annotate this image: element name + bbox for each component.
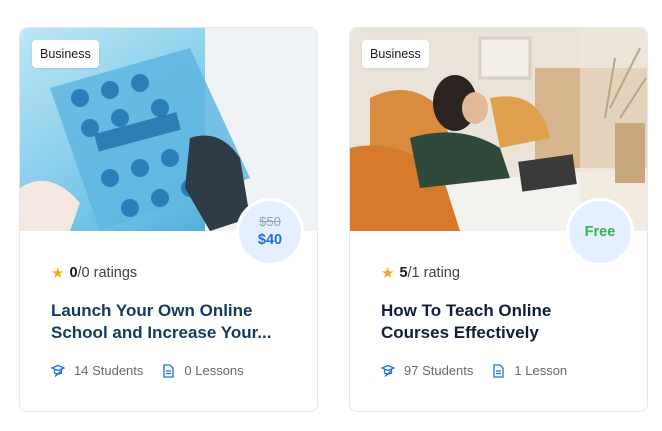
rating-score: 0 bbox=[69, 265, 78, 281]
star-icon: ★ bbox=[51, 265, 65, 282]
lessons-count: 0 Lessons bbox=[184, 363, 244, 378]
lessons-count: 1 Lesson bbox=[514, 363, 568, 378]
document-icon bbox=[163, 363, 175, 378]
rating-count: /0 ratings bbox=[77, 265, 138, 281]
rating-count: /1 rating bbox=[407, 265, 460, 281]
rating: ★ 0 /0 ratings bbox=[51, 264, 137, 282]
document-icon bbox=[493, 363, 505, 378]
graduation-cap-icon bbox=[51, 364, 65, 377]
course-title[interactable]: Launch Your Own Online School and Increa… bbox=[51, 300, 291, 344]
course-card[interactable]: Business $50 $40 ★ 0 /0 ratings Launch Y… bbox=[19, 27, 318, 412]
rating: ★ 5 /1 rating bbox=[381, 264, 460, 282]
course-card[interactable]: Business Free ★ 5 /1 rating How To Teach… bbox=[349, 27, 648, 412]
graduation-cap-icon bbox=[381, 364, 395, 377]
sale-price: $40 bbox=[257, 232, 283, 248]
course-meta: 97 Students 1 Lesson bbox=[381, 363, 585, 378]
star-icon: ★ bbox=[381, 265, 395, 282]
students-count: 97 Students bbox=[404, 363, 474, 378]
category-badge[interactable]: Business bbox=[32, 40, 99, 68]
students-count: 14 Students bbox=[74, 363, 144, 378]
course-title[interactable]: How To Teach Online Courses Effectively bbox=[381, 300, 621, 344]
original-price: $50 bbox=[259, 214, 281, 229]
rating-score: 5 bbox=[399, 265, 408, 281]
course-meta: 14 Students 0 Lessons bbox=[51, 363, 262, 378]
price-badge: Free bbox=[569, 201, 631, 263]
price-badge: $50 $40 bbox=[239, 201, 301, 263]
free-price: Free bbox=[584, 224, 616, 240]
category-badge[interactable]: Business bbox=[362, 40, 429, 68]
